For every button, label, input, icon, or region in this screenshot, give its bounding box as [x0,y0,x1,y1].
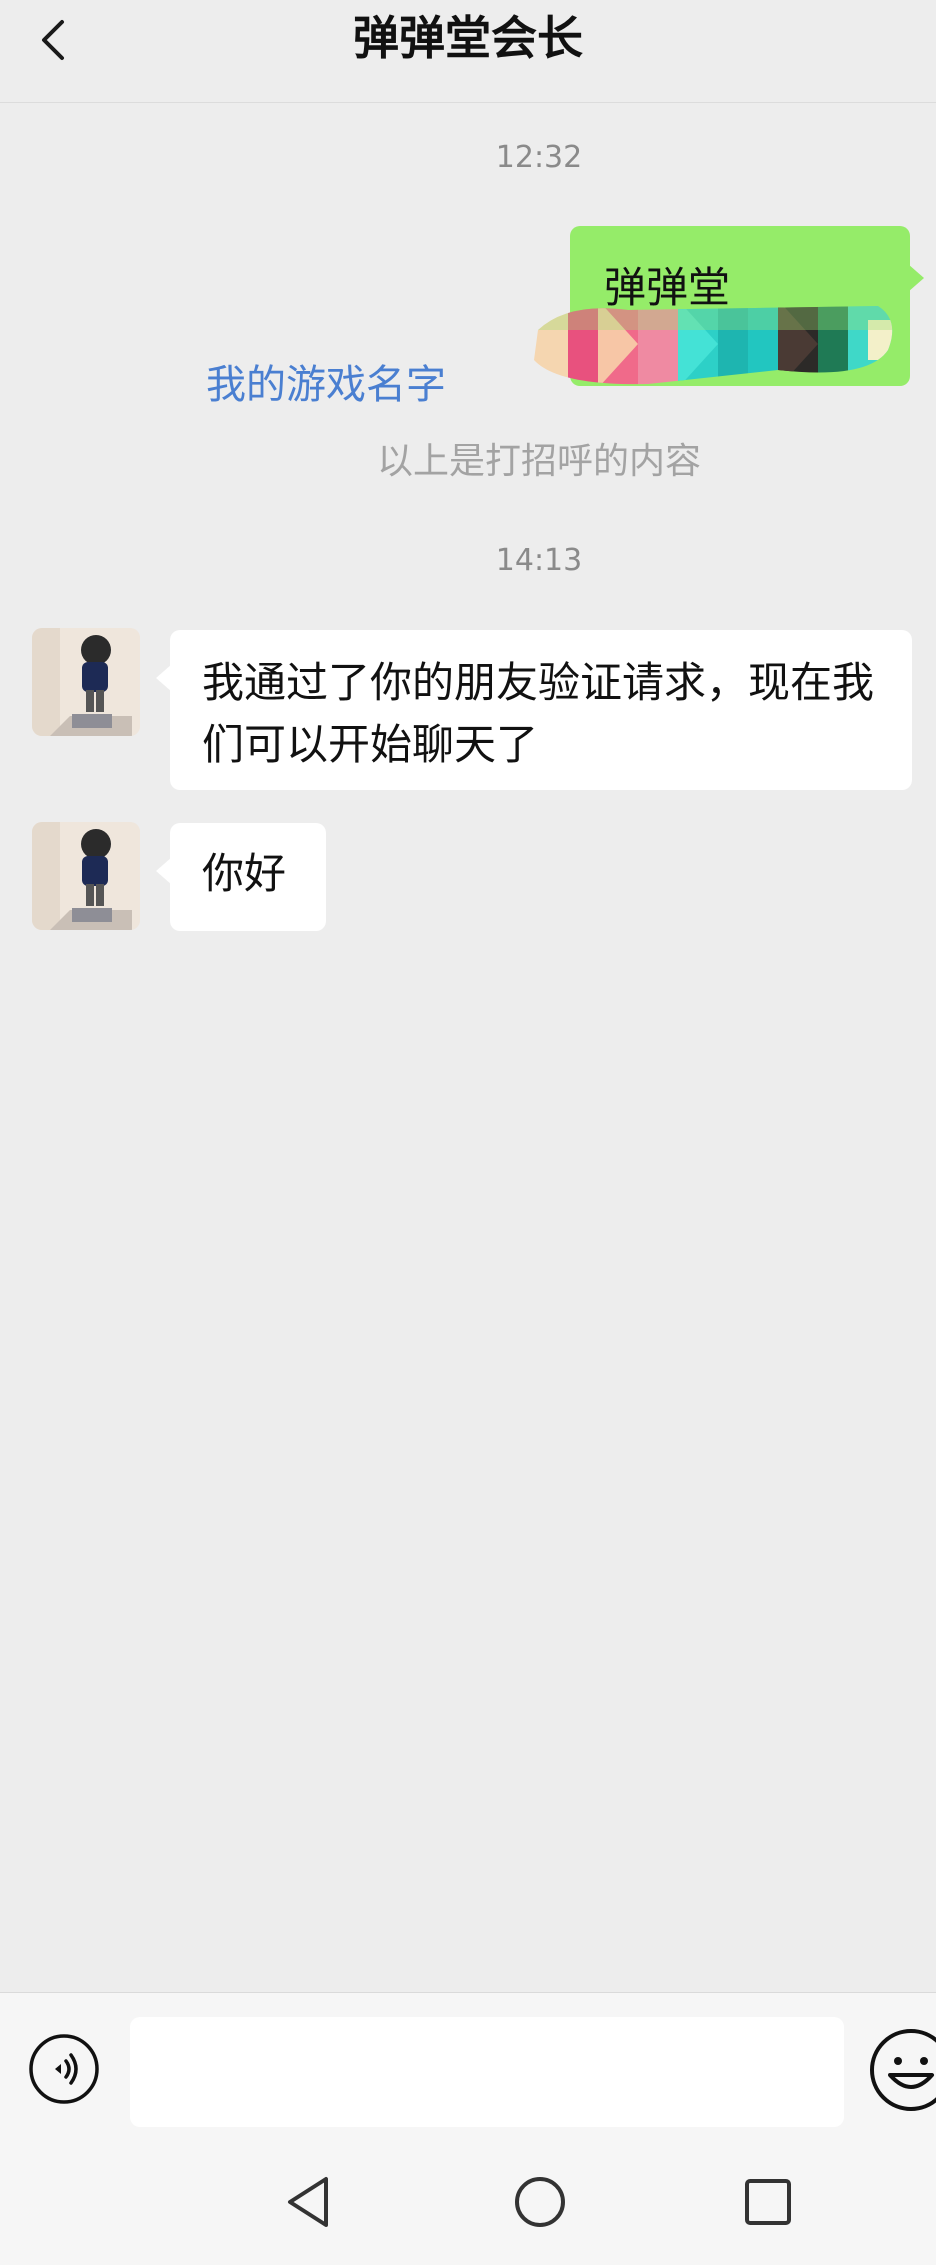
nav-back-button[interactable] [276,2169,342,2235]
system-navigation-bar [0,2137,936,2265]
message-input[interactable] [130,2017,844,2127]
voice-icon [29,2034,99,2104]
system-note: 以上是打招呼的内容 [376,441,701,482]
game-name-link[interactable]: 我的游戏名字 [206,352,446,410]
voice-button[interactable] [28,2033,100,2105]
nav-home-icon [515,2177,565,2227]
message-input-bar [0,1992,936,2138]
chat-title: 弹弹堂会长 [353,11,583,65]
nav-back-icon [288,2177,328,2227]
emoji-icon [870,2029,936,2111]
chat-header: 弹弹堂会长 [0,0,936,103]
incoming-message-text: 你好 [202,849,287,898]
nav-recents-button[interactable] [735,2169,801,2235]
nav-home-button[interactable] [507,2169,573,2235]
incoming-message-bubble[interactable]: 你好 [156,823,326,931]
timestamp: 12:32 [495,140,583,175]
nav-recents-icon [745,2179,791,2225]
contact-avatar[interactable] [32,628,140,736]
avatar-image [32,822,140,930]
avatar-image [32,628,140,736]
incoming-message-text: 我通过了你的朋友验证请求，现在我们可以开始聊天了 [202,658,875,769]
timestamp: 14:13 [495,543,583,578]
contact-avatar[interactable] [32,822,140,930]
censor-mosaic [534,306,893,385]
incoming-message-bubble[interactable]: 我通过了你的朋友验证请求，现在我们可以开始聊天了 [156,630,912,790]
emoji-button[interactable] [866,2025,936,2115]
